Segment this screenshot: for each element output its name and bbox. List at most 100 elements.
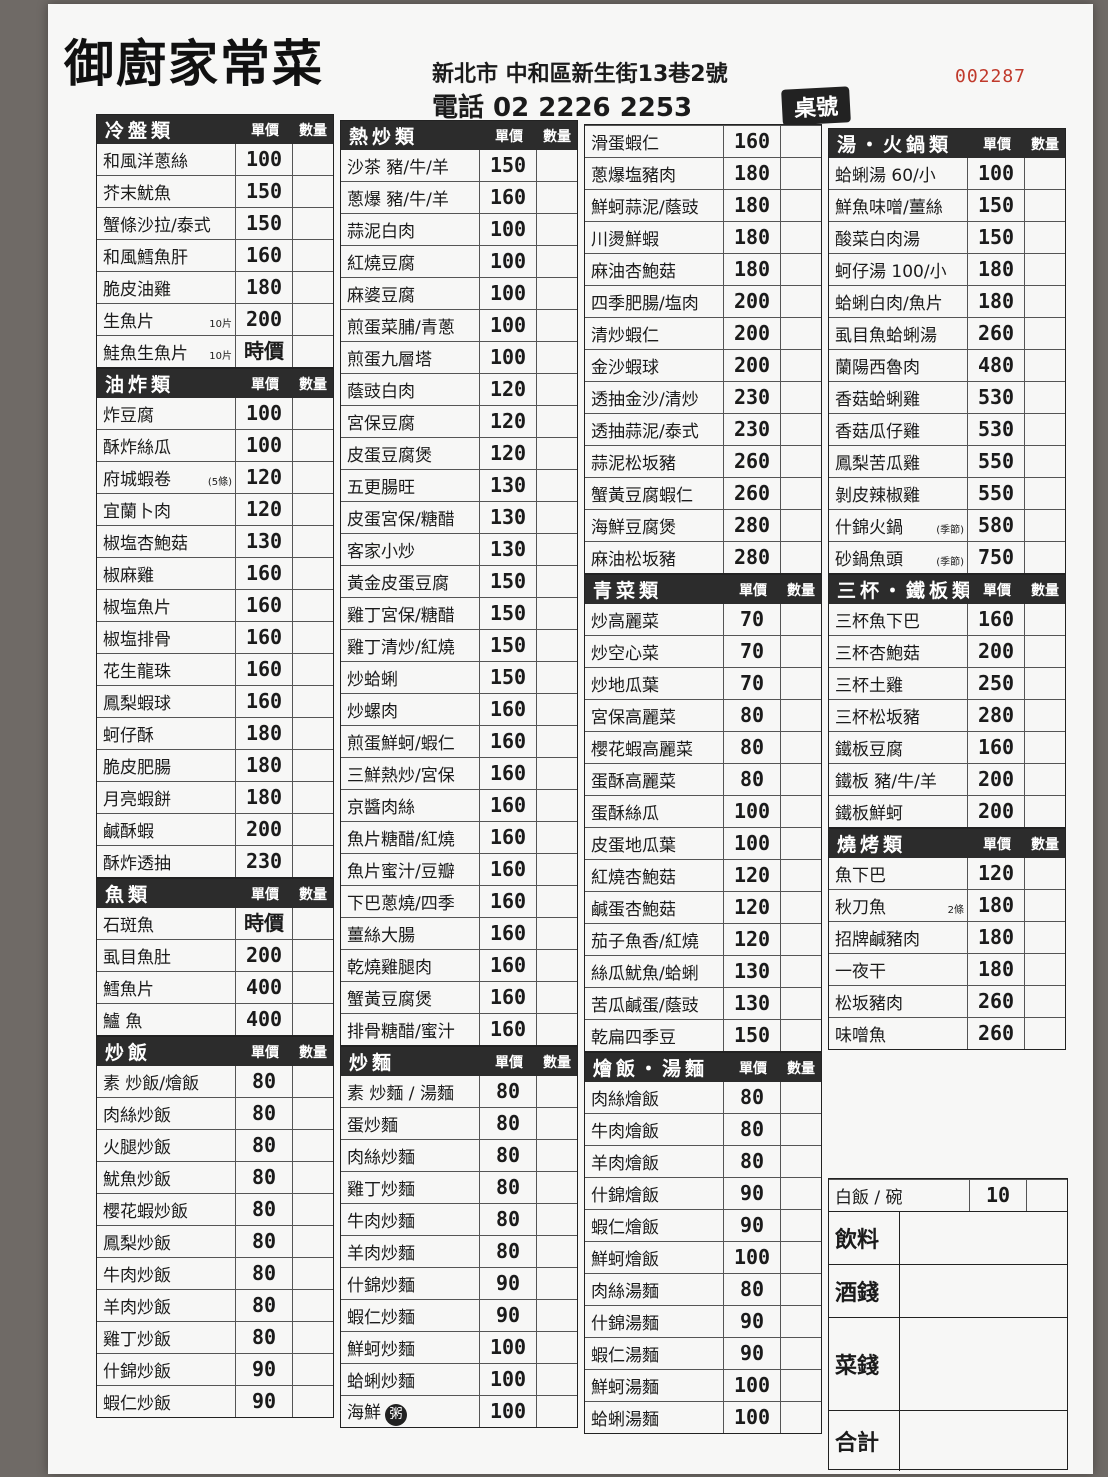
quantity-cell[interactable]	[536, 598, 577, 629]
quantity-cell[interactable]	[780, 1402, 821, 1433]
quantity-cell[interactable]	[292, 1194, 333, 1225]
quantity-cell[interactable]	[536, 470, 577, 501]
quantity-cell[interactable]	[292, 590, 333, 621]
quantity-cell[interactable]	[292, 398, 333, 429]
quantity-cell[interactable]	[536, 1140, 577, 1171]
quantity-cell[interactable]	[780, 1370, 821, 1401]
quantity-cell[interactable]	[292, 622, 333, 653]
quantity-cell[interactable]	[292, 750, 333, 781]
quantity-cell[interactable]	[780, 478, 821, 509]
quantity-cell[interactable]	[780, 542, 821, 573]
quantity-cell[interactable]	[536, 1014, 577, 1045]
quantity-cell[interactable]	[536, 982, 577, 1013]
quantity-cell[interactable]	[292, 462, 333, 493]
quantity-cell[interactable]	[292, 208, 333, 239]
quantity-cell[interactable]	[780, 636, 821, 667]
quantity-cell[interactable]	[536, 662, 577, 693]
quantity-cell[interactable]	[536, 918, 577, 949]
quantity-cell[interactable]	[536, 278, 577, 309]
quantity-cell[interactable]	[1024, 796, 1065, 827]
quantity-cell[interactable]	[1024, 604, 1065, 635]
quantity-cell[interactable]	[1024, 286, 1065, 317]
quantity-cell[interactable]	[536, 310, 577, 341]
quantity-cell[interactable]	[292, 782, 333, 813]
quantity-cell[interactable]	[536, 886, 577, 917]
quantity-cell[interactable]	[780, 700, 821, 731]
quantity-cell[interactable]	[536, 182, 577, 213]
quantity-cell[interactable]	[1024, 764, 1065, 795]
quantity-cell[interactable]	[292, 1290, 333, 1321]
quantity-cell[interactable]	[780, 1114, 821, 1145]
quantity-cell[interactable]	[780, 988, 821, 1019]
quantity-cell[interactable]	[780, 1242, 821, 1273]
quantity-cell[interactable]	[292, 1354, 333, 1385]
quantity-cell[interactable]	[780, 350, 821, 381]
quantity-cell[interactable]	[292, 908, 333, 939]
quantity-cell[interactable]	[780, 668, 821, 699]
quantity-cell[interactable]	[780, 1306, 821, 1337]
quantity-cell[interactable]	[292, 814, 333, 845]
quantity-cell[interactable]	[292, 1004, 333, 1035]
quantity-cell[interactable]	[780, 1146, 821, 1177]
quantity-cell[interactable]	[1024, 922, 1065, 953]
quantity-cell[interactable]	[1024, 158, 1065, 189]
quantity-cell[interactable]	[780, 860, 821, 891]
quantity-cell[interactable]	[1024, 414, 1065, 445]
quantity-cell[interactable]	[536, 374, 577, 405]
quantity-cell[interactable]	[1024, 318, 1065, 349]
quantity-cell[interactable]	[780, 796, 821, 827]
quantity-cell[interactable]	[780, 318, 821, 349]
quantity-cell[interactable]	[292, 336, 333, 367]
quantity-cell[interactable]	[536, 790, 577, 821]
quantity-cell[interactable]	[1024, 636, 1065, 667]
quantity-cell[interactable]	[1024, 542, 1065, 573]
quantity-cell[interactable]	[1024, 446, 1065, 477]
quantity-cell[interactable]	[780, 604, 821, 635]
quantity-cell[interactable]	[292, 1386, 333, 1417]
quantity-cell[interactable]	[536, 1204, 577, 1235]
quantity-cell[interactable]	[536, 1268, 577, 1299]
quantity-cell[interactable]	[780, 956, 821, 987]
quantity-cell[interactable]	[536, 1108, 577, 1139]
quantity-cell[interactable]	[292, 1258, 333, 1289]
quantity-cell[interactable]	[292, 1130, 333, 1161]
quantity-cell[interactable]	[536, 1300, 577, 1331]
quantity-cell[interactable]	[536, 630, 577, 661]
quantity-cell[interactable]	[780, 1020, 821, 1051]
quantity-cell[interactable]	[536, 406, 577, 437]
quantity-cell[interactable]	[780, 1178, 821, 1209]
quantity-cell[interactable]	[780, 764, 821, 795]
quantity-cell[interactable]	[1024, 222, 1065, 253]
quantity-cell[interactable]	[1024, 478, 1065, 509]
quantity-cell[interactable]	[292, 972, 333, 1003]
quantity-cell[interactable]	[780, 446, 821, 477]
quantity-cell[interactable]	[536, 1364, 577, 1395]
quantity-cell[interactable]	[536, 694, 577, 725]
quantity-cell[interactable]	[292, 526, 333, 557]
quantity-cell[interactable]	[1024, 732, 1065, 763]
quantity-cell[interactable]	[292, 1162, 333, 1193]
quantity-cell[interactable]	[536, 502, 577, 533]
quantity-cell[interactable]	[536, 758, 577, 789]
quantity-cell[interactable]	[292, 1226, 333, 1257]
quantity-cell[interactable]	[780, 222, 821, 253]
quantity-cell[interactable]	[1024, 890, 1065, 921]
quantity-cell[interactable]	[292, 272, 333, 303]
quantity-cell[interactable]	[780, 1210, 821, 1241]
quantity-cell[interactable]	[1024, 350, 1065, 381]
quantity-cell[interactable]	[292, 1098, 333, 1129]
quantity-cell[interactable]	[292, 846, 333, 877]
quantity-cell[interactable]	[292, 718, 333, 749]
quantity-cell[interactable]	[780, 924, 821, 955]
quantity-cell[interactable]	[536, 822, 577, 853]
quantity-cell[interactable]	[1024, 510, 1065, 541]
quantity-cell[interactable]	[1024, 190, 1065, 221]
quantity-cell[interactable]	[536, 342, 577, 373]
quantity-cell[interactable]	[536, 566, 577, 597]
quantity-cell[interactable]	[780, 254, 821, 285]
quantity-cell[interactable]	[292, 494, 333, 525]
quantity-cell[interactable]	[292, 1066, 333, 1097]
quantity-cell[interactable]	[1024, 1018, 1065, 1049]
quantity-cell[interactable]	[1024, 858, 1065, 889]
quantity-cell[interactable]	[1024, 254, 1065, 285]
